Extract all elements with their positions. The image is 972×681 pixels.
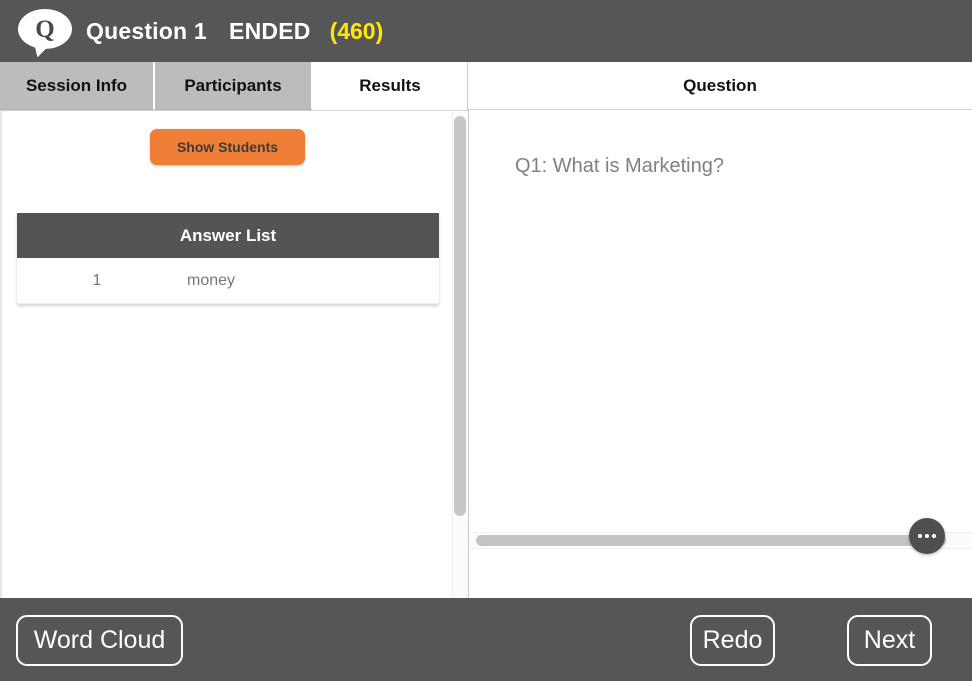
results-panel: Show Students Answer List 1 money xyxy=(0,110,468,598)
question-panel: Q1: What is Marketing? xyxy=(468,110,972,598)
tab-participants[interactable]: Participants xyxy=(155,62,313,110)
next-button[interactable]: Next xyxy=(847,615,932,666)
redo-button[interactable]: Redo xyxy=(690,615,775,666)
tab-results-label: Results xyxy=(359,76,421,95)
tab-session-info[interactable]: Session Info xyxy=(0,62,155,110)
results-scrollbar-thumb[interactable] xyxy=(454,116,466,516)
answer-list-title: Answer List xyxy=(179,225,277,245)
question-more-options-ellipsis-icon[interactable] xyxy=(909,518,945,554)
status-badge: ENDED xyxy=(229,17,311,44)
quiz-session-app: Q Question 1 ENDED (460) Session Info Pa… xyxy=(0,0,972,681)
header-title: Question 1 ENDED xyxy=(86,18,311,45)
question-scrollbar-thumb[interactable] xyxy=(476,535,946,546)
tab-bar: Session Info Participants Results Questi… xyxy=(0,62,972,110)
question-content-text: Q1: What is Marketing? xyxy=(515,155,724,177)
answer-index: 1 xyxy=(92,271,102,289)
answer-list-header: Answer List xyxy=(17,213,439,258)
answer-text: money xyxy=(187,271,236,289)
tab-question[interactable]: Question xyxy=(468,62,972,110)
response-count: (460) xyxy=(329,17,384,44)
answer-list-table: Answer List 1 money xyxy=(17,213,439,304)
tab-participants-label: Participants xyxy=(184,75,282,95)
tab-question-label: Question xyxy=(683,75,757,95)
tab-results[interactable]: Results xyxy=(313,62,468,110)
question-label: Question 1 xyxy=(86,17,207,44)
table-row[interactable]: 1 money xyxy=(17,258,439,304)
bubble-letter: Q xyxy=(35,15,55,43)
word-cloud-button[interactable]: Word Cloud xyxy=(16,615,183,666)
show-students-button[interactable]: Show Students xyxy=(150,129,305,165)
tab-session-info-label: Session Info xyxy=(25,75,128,95)
app-header: Q Question 1 ENDED (460) xyxy=(0,0,972,62)
speech-bubble-q-icon: Q xyxy=(18,9,72,60)
